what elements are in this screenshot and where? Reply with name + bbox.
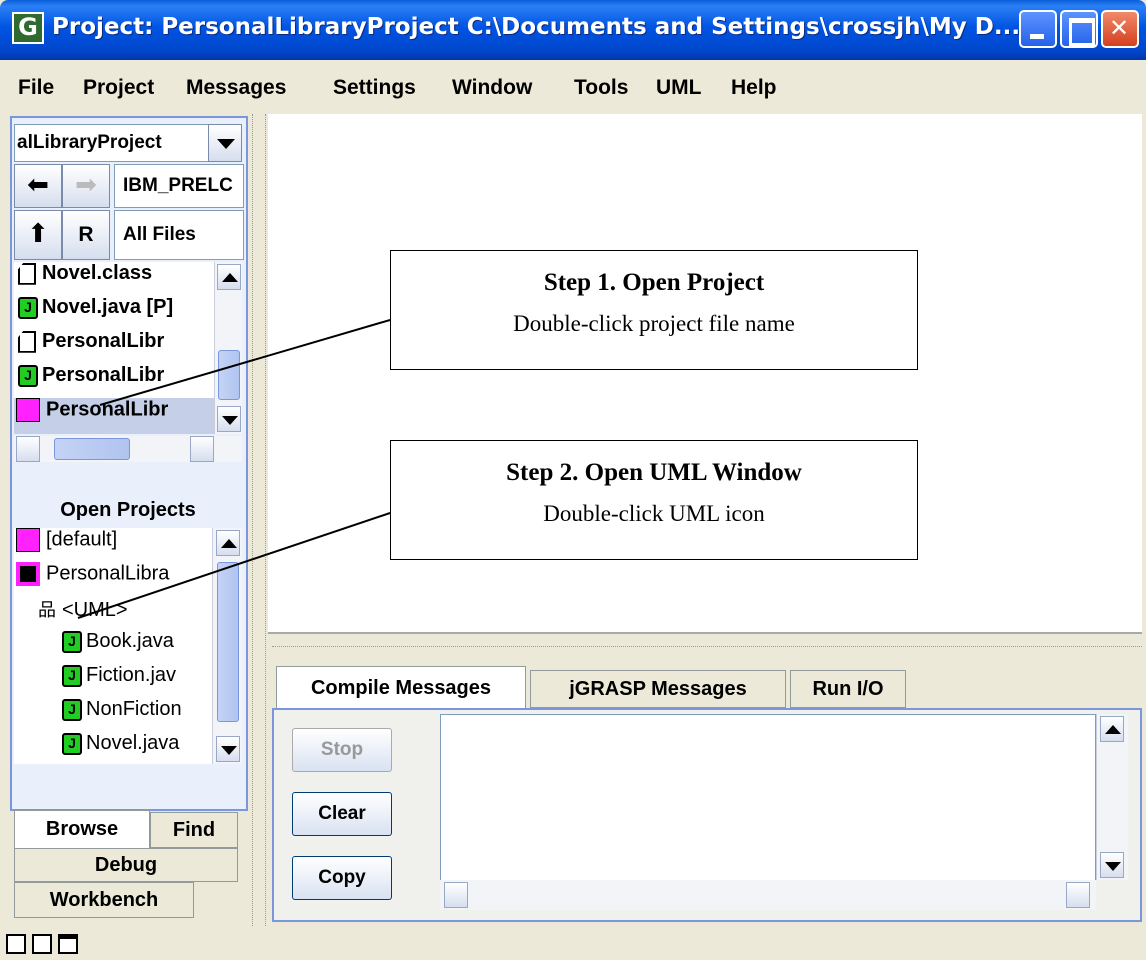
connector-line-1 [99,319,391,406]
layout-split-icon[interactable] [6,934,26,954]
status-bar [0,928,1146,960]
layout-window-icon[interactable] [58,934,78,954]
callout-connectors [77,319,391,619]
layout-document-icon[interactable] [32,934,52,954]
connector-line-2 [77,512,391,619]
